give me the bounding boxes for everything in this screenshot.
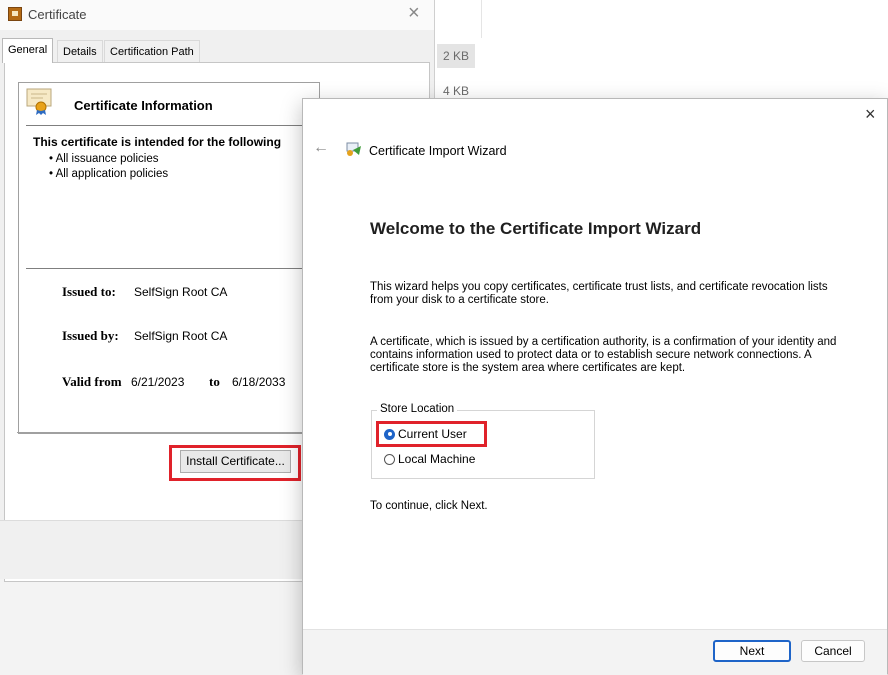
certificate-titlebar: Certificate ×: [0, 0, 434, 30]
certificate-info-icon: [26, 88, 52, 115]
issued-to-value: SelfSign Root CA: [134, 285, 228, 299]
column-divider: [481, 0, 482, 38]
certificate-icon: [8, 7, 22, 21]
certificate-wizard-icon: [346, 142, 361, 156]
tab-certification-path[interactable]: Certification Path: [104, 40, 200, 62]
highlight-box: [169, 445, 301, 481]
policy-item: • All issuance policies: [49, 153, 159, 165]
valid-to-value: 6/18/2033: [232, 375, 286, 389]
store-location-label: Store Location: [377, 403, 458, 415]
wizard-footer: [303, 629, 887, 675]
policy-item: • All application policies: [49, 168, 169, 180]
valid-from-value: 6/21/2023: [131, 375, 185, 389]
certificate-explanation: A certificate, which is issued by a cert…: [370, 336, 837, 374]
back-arrow-icon[interactable]: ←: [313, 139, 329, 157]
tab-details[interactable]: Details: [57, 40, 103, 62]
tab-general[interactable]: General: [2, 38, 54, 63]
cancel-button[interactable]: Cancel: [801, 640, 865, 662]
divider: [26, 125, 306, 126]
valid-from-label: Valid from: [62, 374, 122, 389]
certificate-info-title: Certificate Information: [74, 98, 213, 113]
divider: [26, 268, 306, 269]
close-icon[interactable]: ×: [865, 104, 876, 125]
divider: [17, 432, 319, 433]
certificate-dialog-title: Certificate: [28, 7, 87, 22]
file-size-cell: 2 KB: [437, 44, 475, 68]
wizard-description: This wizard helps you copy certificates,…: [370, 281, 828, 306]
highlight-box: [376, 421, 487, 447]
valid-to-label: to: [209, 374, 220, 389]
next-button[interactable]: Next: [713, 640, 791, 662]
issued-by-value: SelfSign Root CA: [134, 329, 228, 343]
radio-unselected-icon[interactable]: [384, 453, 395, 465]
import-wizard-dialog: × ← Certificate Import Wizard Welcome to…: [302, 98, 888, 675]
intended-purpose-heading: This certificate is intended for the fol…: [33, 135, 282, 149]
wizard-title: Certificate Import Wizard: [369, 144, 507, 158]
wizard-heading: Welcome to the Certificate Import Wizard: [370, 219, 702, 238]
issued-by-label: Issued by:: [62, 328, 119, 343]
local-machine-label: Local Machine: [398, 452, 476, 466]
local-machine-radio[interactable]: Local Machine: [384, 452, 475, 466]
close-icon[interactable]: ×: [408, 2, 420, 25]
issued-to-label: Issued to:: [62, 284, 116, 299]
continue-instruction: To continue, click Next.: [370, 500, 488, 512]
